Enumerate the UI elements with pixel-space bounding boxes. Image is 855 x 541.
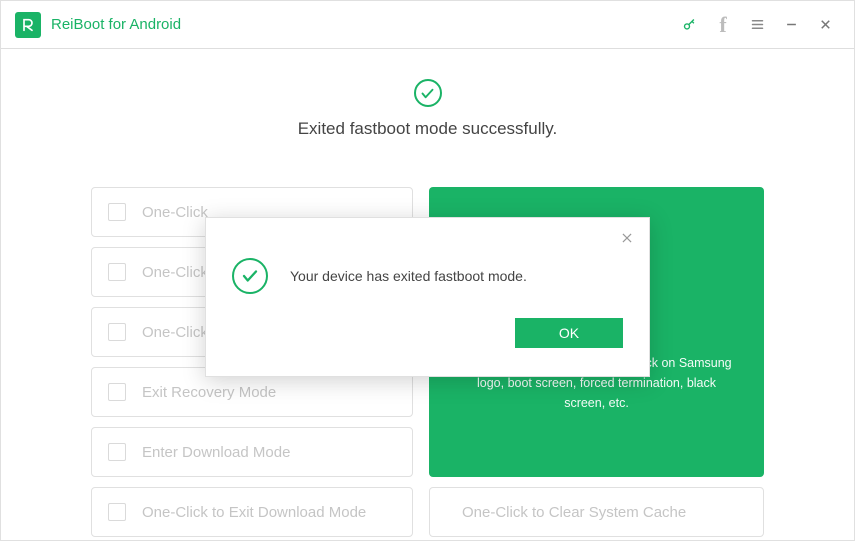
option-enter-download[interactable]: Enter Download Mode — [91, 427, 413, 477]
option-label: Enter Download Mode — [142, 444, 290, 461]
menu-icon[interactable] — [742, 10, 772, 40]
check-circle-icon — [232, 258, 268, 294]
dialog-close-button[interactable] — [617, 228, 637, 248]
option-label: Exit Recovery Mode — [142, 384, 276, 401]
app-window: ReiBoot for Android f — [0, 0, 855, 541]
option-label: One-Click to Clear System Cache — [462, 504, 686, 521]
option-exit-download[interactable]: One-Click to Exit Download Mode — [91, 487, 413, 537]
option-clear-cache[interactable]: One-Click to Clear System Cache — [429, 487, 764, 537]
success-header: Exited fastboot mode successfully. — [1, 79, 854, 139]
close-button[interactable] — [810, 10, 840, 40]
device-icon — [108, 323, 126, 341]
option-label: One-Click to Exit Download Mode — [142, 504, 366, 521]
content-area: Exited fastboot mode successfully. One-C… — [1, 49, 854, 540]
dialog-body: Your device has exited fastboot mode. — [232, 258, 623, 294]
key-icon[interactable] — [674, 10, 704, 40]
option-label: One-Click — [142, 324, 208, 341]
minimize-button[interactable] — [776, 10, 806, 40]
ok-button[interactable]: OK — [515, 318, 623, 348]
option-label: One-Click — [142, 204, 208, 221]
dialog-message: Your device has exited fastboot mode. — [290, 268, 527, 284]
option-label: One-Click — [142, 264, 208, 281]
dialog: Your device has exited fastboot mode. OK — [205, 217, 650, 377]
dialog-actions: OK — [232, 318, 623, 348]
app-title: ReiBoot for Android — [51, 16, 674, 33]
check-circle-icon — [414, 79, 442, 107]
app-logo-icon — [15, 12, 41, 38]
device-icon — [108, 203, 126, 221]
success-message: Exited fastboot mode successfully. — [298, 119, 558, 139]
device-icon — [108, 263, 126, 281]
device-icon — [108, 503, 126, 521]
titlebar: ReiBoot for Android f — [1, 1, 854, 49]
device-icon — [108, 443, 126, 461]
device-icon — [108, 383, 126, 401]
facebook-icon[interactable]: f — [708, 10, 738, 40]
titlebar-controls: f — [674, 10, 840, 40]
